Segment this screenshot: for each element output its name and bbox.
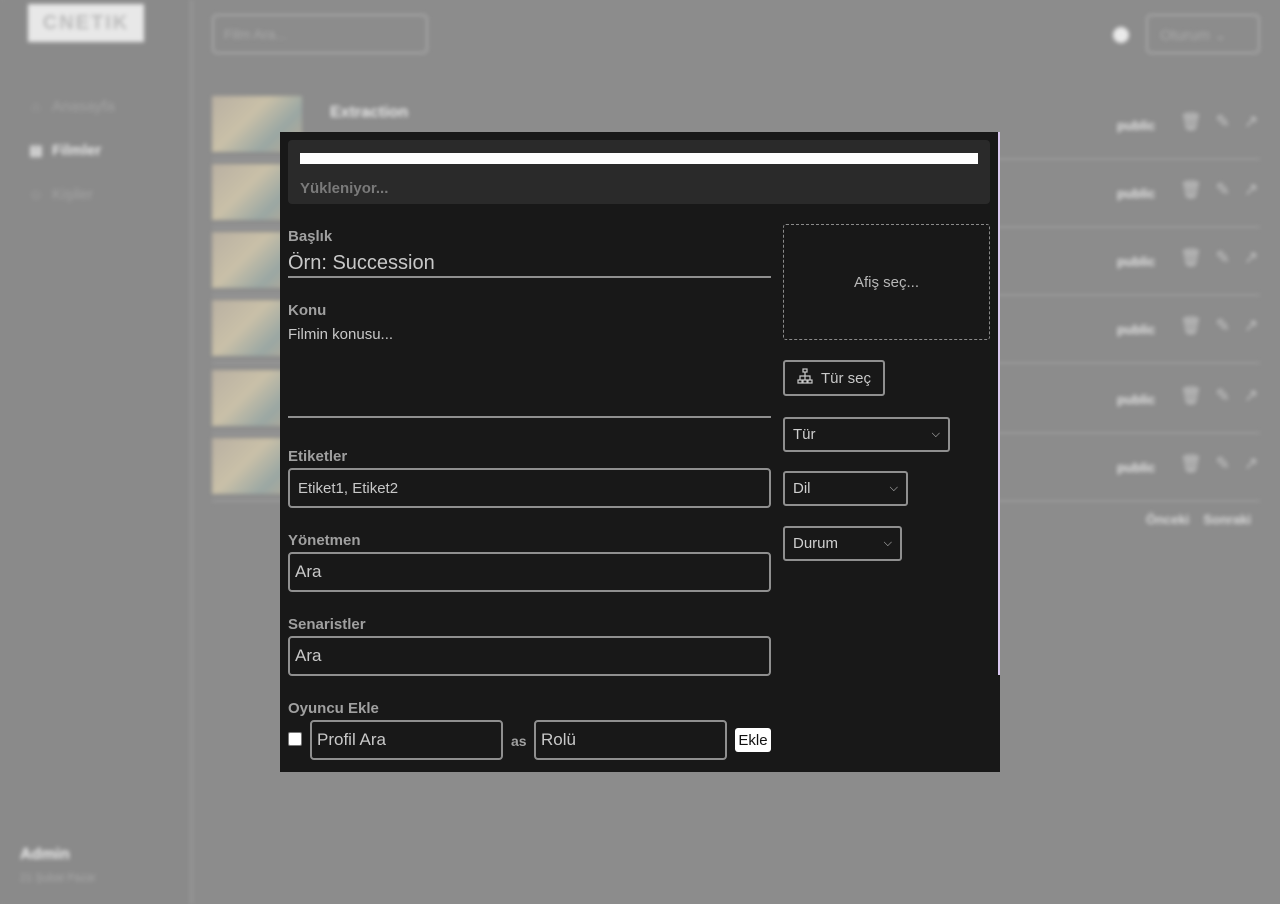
- film-icon: ▤: [29, 141, 43, 158]
- sidebar-item-label: Kişiler: [52, 185, 93, 203]
- row-actions: 🗑 ✎ ↗: [1180, 386, 1258, 406]
- delete-icon[interactable]: 🗑: [1180, 316, 1202, 336]
- next-page-link[interactable]: Sonraki: [1203, 512, 1251, 527]
- add-film-modal: Yükleniyor... Başlık Konu Etiketler Yöne…: [280, 132, 1000, 772]
- poster-picker[interactable]: Afiş seç...: [783, 224, 990, 340]
- cast-label: Oyuncu Ekle: [288, 700, 379, 717]
- sidebar-item-label: Filmler: [52, 141, 102, 159]
- pagination: Önceki Sonraki: [1146, 512, 1251, 527]
- edit-icon[interactable]: ✎: [1216, 248, 1230, 268]
- user-menu-label: Oturum: [1160, 27, 1211, 44]
- delete-icon[interactable]: 🗑: [1180, 112, 1202, 132]
- plot-label: Konu: [288, 302, 327, 319]
- language-select-value: Dil: [793, 480, 811, 497]
- film-search-input[interactable]: Film Ara...: [212, 14, 428, 54]
- director-search-input[interactable]: [288, 552, 771, 592]
- edit-icon[interactable]: ✎: [1216, 112, 1230, 132]
- delete-icon[interactable]: 🗑: [1180, 386, 1202, 406]
- admin-name: Admin: [20, 846, 70, 863]
- delete-icon[interactable]: 🗑: [1180, 180, 1202, 200]
- sidebar: CNETIK ⌂ Anasayfa ▤ Filmler ☺ Kişiler Ad…: [0, 0, 193, 904]
- external-link-icon[interactable]: ↗: [1244, 112, 1258, 132]
- theme-toggle-icon[interactable]: [1113, 27, 1129, 43]
- upload-status-text: Yükleniyor...: [300, 180, 389, 197]
- edit-icon[interactable]: ✎: [1216, 386, 1230, 406]
- sidebar-item-label: Anasayfa: [52, 97, 115, 115]
- chevron-down-icon: ⌵: [883, 537, 892, 549]
- sidebar-item-home[interactable]: ⌂ Anasayfa: [28, 94, 178, 118]
- external-link-icon[interactable]: ↗: [1244, 386, 1258, 406]
- writers-label: Senaristler: [288, 616, 366, 633]
- external-link-icon[interactable]: ↗: [1244, 248, 1258, 268]
- chevron-down-icon: ⌵: [931, 428, 940, 440]
- external-link-icon[interactable]: ↗: [1244, 454, 1258, 474]
- film-title: Extraction: [330, 104, 409, 121]
- upload-progress-panel: Yükleniyor...: [288, 140, 990, 204]
- status-select[interactable]: Durum ⌵: [783, 526, 902, 561]
- app-logo: CNETIK: [28, 4, 144, 42]
- writers-search-input[interactable]: [288, 636, 771, 676]
- cast-checkbox[interactable]: [288, 732, 302, 746]
- sitemap-icon: [797, 368, 813, 388]
- film-status: public: [1117, 254, 1156, 269]
- add-cast-button[interactable]: Ekle: [735, 728, 771, 752]
- chevron-down-icon: ⌵: [889, 482, 898, 494]
- as-label: as: [511, 733, 527, 749]
- director-label: Yönetmen: [288, 532, 361, 549]
- poster-picker-label: Afiş seç...: [853, 273, 920, 291]
- title-input[interactable]: [288, 250, 771, 278]
- genre-picker-button[interactable]: Tür seç: [783, 360, 885, 396]
- edit-icon[interactable]: ✎: [1216, 316, 1230, 336]
- external-link-icon[interactable]: ↗: [1244, 316, 1258, 336]
- role-input[interactable]: [534, 720, 727, 760]
- home-icon: ⌂: [31, 98, 41, 114]
- film-status: public: [1117, 186, 1156, 201]
- edit-icon[interactable]: ✎: [1216, 454, 1230, 474]
- tags-input[interactable]: [288, 468, 771, 508]
- profile-search-input[interactable]: [310, 720, 503, 760]
- row-actions: 🗑 ✎ ↗: [1180, 180, 1258, 200]
- title-label: Başlık: [288, 228, 333, 245]
- film-status: public: [1117, 392, 1156, 407]
- film-status: public: [1117, 322, 1156, 337]
- plot-textarea[interactable]: [288, 324, 771, 418]
- delete-icon[interactable]: 🗑: [1180, 454, 1202, 474]
- external-link-icon[interactable]: ↗: [1244, 180, 1258, 200]
- admin-subtitle: 21 Şubat Pazar: [20, 872, 96, 884]
- person-icon: ☺: [28, 186, 44, 202]
- film-status: public: [1117, 460, 1156, 475]
- delete-icon[interactable]: 🗑: [1180, 248, 1202, 268]
- user-menu-button[interactable]: Oturum ⌄: [1146, 14, 1260, 54]
- upload-progress-bar: [300, 153, 978, 164]
- genre-select[interactable]: Tür ⌵: [783, 417, 950, 452]
- film-status: public: [1117, 118, 1156, 133]
- status-select-value: Durum: [793, 535, 839, 552]
- sidebar-item-people[interactable]: ☺ Kişiler: [28, 182, 178, 206]
- row-actions: 🗑 ✎ ↗: [1180, 112, 1258, 132]
- modal-edge: [998, 675, 1000, 772]
- language-select[interactable]: Dil ⌵: [783, 471, 908, 506]
- sidebar-item-films[interactable]: ▤ Filmler: [28, 138, 178, 162]
- chevron-down-icon: ⌄: [1214, 27, 1227, 44]
- row-actions: 🗑 ✎ ↗: [1180, 316, 1258, 336]
- genre-picker-label: Tür seç: [821, 369, 872, 387]
- tags-label: Etiketler: [288, 448, 348, 465]
- edit-icon[interactable]: ✎: [1216, 180, 1230, 200]
- row-actions: 🗑 ✎ ↗: [1180, 248, 1258, 268]
- genre-select-value: Tür: [793, 426, 816, 443]
- previous-page-link[interactable]: Önceki: [1146, 512, 1189, 527]
- row-actions: 🗑 ✎ ↗: [1180, 454, 1258, 474]
